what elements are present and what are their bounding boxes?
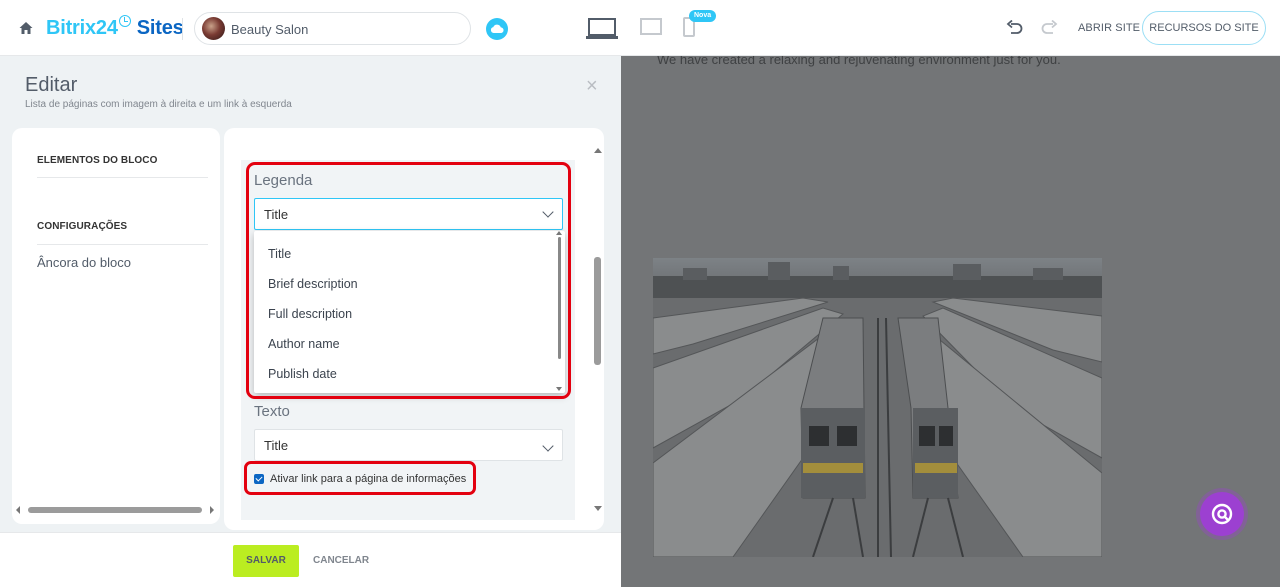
scroll-down-icon[interactable] <box>594 506 602 511</box>
site-preview: We have created a relaxing and rejuvenat… <box>621 56 1280 587</box>
top-bar: Bitrix24 Sites Beauty Salon Nova ABRIR SI… <box>0 0 1280 56</box>
scroll-right-icon[interactable] <box>210 506 214 514</box>
vertical-scrollbar-thumb[interactable] <box>594 257 601 365</box>
train-yard-photo <box>653 258 1102 557</box>
bitrix24-logo[interactable]: Bitrix24 Sites <box>46 15 184 40</box>
texto-select[interactable]: Title <box>254 429 563 461</box>
scroll-up-icon[interactable] <box>594 148 602 153</box>
redo-icon[interactable] <box>1040 20 1058 36</box>
logo-brand: Bitrix24 <box>46 17 118 39</box>
scrollbar-thumb[interactable] <box>28 507 202 513</box>
site-avatar <box>202 17 225 40</box>
home-icon[interactable] <box>18 20 34 36</box>
texto-label: Texto <box>254 403 290 420</box>
block-nav: ELEMENTOS DO BLOCO CONFIGURAÇÕES Âncora … <box>12 128 220 524</box>
texto-selected-value: Title <box>264 438 289 453</box>
scroll-left-icon[interactable] <box>16 506 20 514</box>
cancel-button[interactable]: CANCELAR <box>313 555 369 566</box>
logo-product: Sites <box>136 17 184 39</box>
divider <box>37 244 208 245</box>
nova-badge: Nova <box>689 10 717 22</box>
preview-text: We have created a relaxing and rejuvenat… <box>657 56 1061 67</box>
desktop-icon[interactable] <box>586 18 618 40</box>
nav-block-anchor[interactable]: Âncora do bloco <box>37 255 131 270</box>
divider <box>37 177 208 178</box>
undo-icon[interactable] <box>1006 20 1024 36</box>
open-site-link[interactable]: ABRIR SITE <box>1078 22 1140 34</box>
chat-icon[interactable] <box>1200 492 1244 536</box>
divider <box>182 18 183 40</box>
clock-icon <box>118 15 131 27</box>
save-button[interactable]: SALVAR <box>233 545 299 577</box>
tablet-icon[interactable] <box>640 18 662 36</box>
nav-block-elements[interactable]: ELEMENTOS DO BLOCO <box>37 155 158 166</box>
horizontal-scrollbar[interactable] <box>12 502 220 518</box>
panel-title: Editar <box>25 74 78 96</box>
cloud-icon[interactable] <box>486 18 508 40</box>
site-selector[interactable]: Beauty Salon <box>194 12 471 45</box>
chevron-down-icon <box>542 440 554 452</box>
highlight-box <box>246 162 571 399</box>
site-name: Beauty Salon <box>231 22 309 37</box>
close-icon[interactable]: × <box>586 76 602 96</box>
highlight-box <box>244 461 476 495</box>
panel-footer: SALVAR CANCELAR <box>0 532 621 587</box>
panel-subtitle: Lista de páginas com imagem à direita e … <box>25 99 292 110</box>
site-resources-button[interactable]: RECURSOS DO SITE <box>1142 11 1266 45</box>
nav-settings[interactable]: CONFIGURAÇÕES <box>37 221 127 232</box>
